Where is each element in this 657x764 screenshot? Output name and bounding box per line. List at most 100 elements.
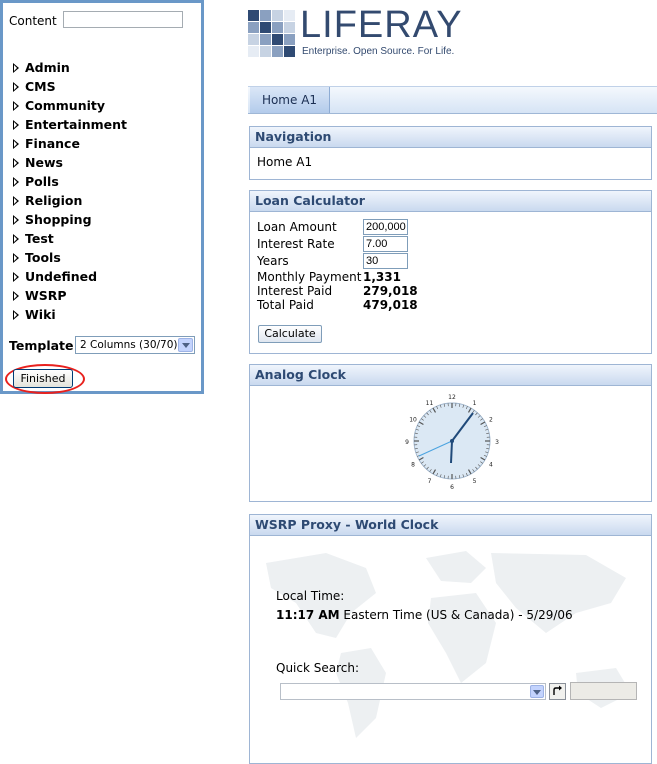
years-input[interactable] bbox=[363, 253, 408, 269]
clock-number: 9 bbox=[405, 439, 409, 446]
triangle-right-icon bbox=[13, 82, 19, 92]
monthly-payment-label: Monthly Payment bbox=[257, 270, 362, 284]
clock-face: 121234567891011 bbox=[405, 394, 499, 491]
triangle-right-icon bbox=[13, 215, 19, 225]
category-tools[interactable]: Tools bbox=[13, 249, 61, 267]
finished-button[interactable]: Finished bbox=[13, 369, 73, 388]
category-test[interactable]: Test bbox=[13, 230, 54, 248]
time-zone-date: Eastern Time (US & Canada) - 5/29/06 bbox=[339, 608, 573, 622]
category-label: CMS bbox=[25, 79, 56, 94]
logo-square bbox=[272, 46, 283, 57]
hour-hand bbox=[450, 440, 453, 464]
clock-number: 12 bbox=[448, 394, 456, 401]
tab-home-a1[interactable]: Home A1 bbox=[250, 87, 330, 113]
category-label: Tools bbox=[25, 250, 61, 265]
interest-rate-input[interactable] bbox=[363, 236, 408, 252]
wsrp-world-clock-portlet: WSRP Proxy - World Clock Local Time: 11:… bbox=[249, 514, 652, 764]
interest-rate-label: Interest Rate bbox=[257, 237, 335, 251]
go-button[interactable] bbox=[549, 683, 566, 700]
monthly-payment-value: 1,331 bbox=[363, 270, 401, 284]
clock-number: 8 bbox=[411, 462, 415, 469]
interest-paid-value: 279,018 bbox=[363, 284, 418, 298]
category-label: Religion bbox=[25, 193, 83, 208]
triangle-right-icon bbox=[13, 196, 19, 206]
triangle-right-icon bbox=[13, 139, 19, 149]
logo-square bbox=[260, 22, 271, 33]
category-undefined[interactable]: Undefined bbox=[13, 268, 97, 286]
triangle-right-icon bbox=[13, 177, 19, 187]
logo-square bbox=[260, 10, 271, 21]
go-arrow-icon bbox=[553, 685, 562, 695]
local-time-value: 11:17 AM Eastern Time (US & Canada) - 5/… bbox=[276, 608, 573, 622]
content-search-input[interactable] bbox=[63, 11, 183, 28]
category-label: Test bbox=[25, 231, 54, 246]
nav-link-home-a1[interactable]: Home A1 bbox=[257, 155, 312, 169]
category-label: Undefined bbox=[25, 269, 98, 284]
dropdown-arrow-icon[interactable] bbox=[178, 338, 193, 352]
portlet-title[interactable]: Navigation bbox=[250, 127, 651, 148]
quick-search-field[interactable] bbox=[570, 682, 637, 700]
clock-number: 5 bbox=[473, 478, 477, 485]
loan-calculator-portlet: Loan Calculator Loan Amount Interest Rat… bbox=[249, 190, 652, 354]
quick-search-select[interactable] bbox=[280, 683, 546, 700]
navigation-portlet: Navigation Home A1 bbox=[249, 126, 652, 180]
category-label: Wiki bbox=[25, 307, 56, 322]
quick-search-label: Quick Search: bbox=[276, 661, 360, 675]
triangle-right-icon bbox=[13, 158, 19, 168]
loan-amount-label: Loan Amount bbox=[257, 220, 337, 234]
template-label: Template bbox=[9, 338, 74, 353]
logo-square bbox=[248, 22, 259, 33]
loan-amount-input[interactable] bbox=[363, 219, 408, 235]
category-cms[interactable]: CMS bbox=[13, 78, 56, 96]
triangle-right-icon bbox=[13, 291, 19, 301]
category-label: Entertainment bbox=[25, 117, 128, 132]
triangle-right-icon bbox=[13, 310, 19, 320]
total-paid-label: Total Paid bbox=[257, 298, 314, 312]
clock-number: 1 bbox=[473, 400, 477, 407]
dropdown-arrow-icon[interactable] bbox=[530, 685, 544, 698]
category-wiki[interactable]: Wiki bbox=[13, 306, 56, 324]
category-polls[interactable]: Polls bbox=[13, 173, 59, 191]
triangle-right-icon bbox=[13, 253, 19, 263]
category-religion[interactable]: Religion bbox=[13, 192, 82, 210]
logo-square bbox=[248, 46, 259, 57]
clock-number: 10 bbox=[409, 417, 417, 424]
logo-square bbox=[272, 22, 283, 33]
logo-square bbox=[248, 34, 259, 45]
logo-square bbox=[260, 46, 271, 57]
logo-text: LIFERAY bbox=[300, 4, 463, 46]
template-select[interactable]: 2 Columns (30/70) bbox=[75, 336, 195, 354]
portlet-title[interactable]: Analog Clock bbox=[250, 365, 651, 386]
total-paid-value: 479,018 bbox=[363, 298, 418, 312]
category-entertainment[interactable]: Entertainment bbox=[13, 116, 127, 134]
category-finance[interactable]: Finance bbox=[13, 135, 80, 153]
clock-number: 4 bbox=[489, 462, 493, 469]
time-value: 11:17 AM bbox=[276, 608, 340, 622]
logo-square bbox=[284, 46, 295, 57]
template-select-value: 2 Columns (30/70) bbox=[80, 339, 178, 351]
triangle-right-icon bbox=[13, 101, 19, 111]
years-label: Years bbox=[257, 254, 289, 268]
content-label: Content bbox=[9, 14, 57, 28]
logo-square bbox=[284, 22, 295, 33]
clock-number: 2 bbox=[489, 417, 493, 424]
category-admin[interactable]: Admin bbox=[13, 59, 70, 77]
triangle-right-icon bbox=[13, 63, 19, 73]
portlet-title[interactable]: Loan Calculator bbox=[250, 191, 651, 212]
category-news[interactable]: News bbox=[13, 154, 63, 172]
logo-tagline: Enterprise. Open Source. For Life. bbox=[302, 46, 455, 57]
portlet-title[interactable]: WSRP Proxy - World Clock bbox=[250, 515, 651, 536]
interest-paid-label: Interest Paid bbox=[257, 284, 333, 298]
category-label: Admin bbox=[25, 60, 70, 75]
category-community[interactable]: Community bbox=[13, 97, 105, 115]
category-wsrp[interactable]: WSRP bbox=[13, 287, 67, 305]
category-label: News bbox=[25, 155, 63, 170]
calculate-button[interactable]: Calculate bbox=[258, 325, 322, 343]
triangle-right-icon bbox=[13, 120, 19, 130]
category-shopping[interactable]: Shopping bbox=[13, 211, 92, 229]
logo-square bbox=[284, 10, 295, 21]
category-label: Shopping bbox=[25, 212, 92, 227]
clock-number: 3 bbox=[495, 439, 499, 446]
triangle-right-icon bbox=[13, 234, 19, 244]
category-label: Finance bbox=[25, 136, 80, 151]
